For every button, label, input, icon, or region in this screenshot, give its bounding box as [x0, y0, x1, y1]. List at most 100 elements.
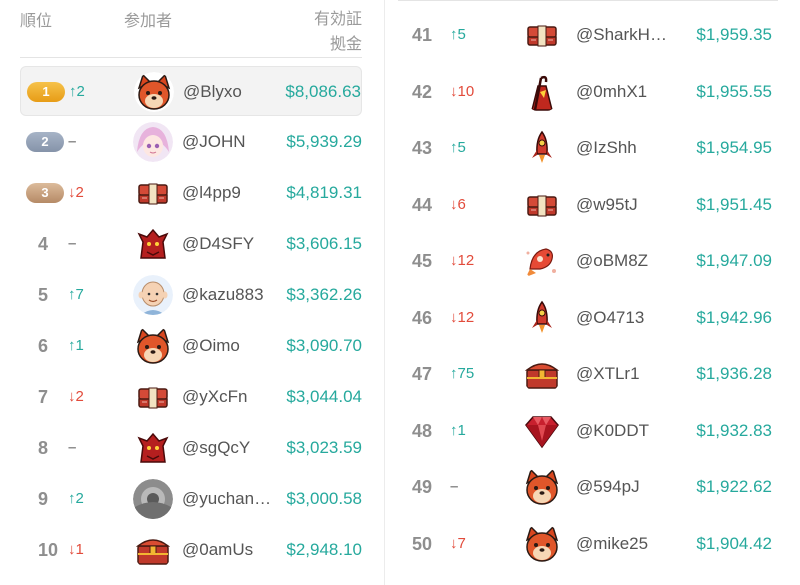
- leaderboard-row[interactable]: 8 – @sgQcY $3,023.59: [20, 423, 362, 473]
- equity-value: $3,000.58: [286, 489, 362, 508]
- participant-name[interactable]: @oBM8Z: [576, 236, 680, 286]
- rank-change: –: [68, 235, 77, 252]
- rank-number: 49: [412, 477, 433, 497]
- top-divider: [398, 0, 778, 1]
- participant-name[interactable]: @w95tJ: [576, 180, 680, 230]
- leaderboard-row[interactable]: 44 ↓6 @w95tJ $1,951.45: [398, 180, 800, 230]
- leaderboard-row[interactable]: 50 ↓7 @mike25 $1,904.42: [398, 519, 800, 569]
- leaderboard-row[interactable]: 1 ↑2 @Blyxo $8,086.63: [20, 66, 362, 116]
- shiba-dog-icon: [133, 326, 173, 366]
- rank-change: ↓12: [450, 308, 475, 326]
- rocket-icon: [522, 128, 562, 168]
- leaderboard-row[interactable]: 3 ↓2 @l4pp9 $4,819.31: [20, 168, 362, 218]
- participant-name[interactable]: @D4SFY: [182, 219, 278, 269]
- equity-value: $2,948.10: [286, 540, 362, 559]
- participant-name[interactable]: @594pJ: [576, 462, 680, 512]
- rank-number: 41: [412, 25, 433, 45]
- equity-value: $1,955.55: [696, 81, 772, 101]
- participant-name[interactable]: @0amUs: [182, 525, 278, 575]
- participant-name[interactable]: @K0DDT: [576, 406, 680, 456]
- equity-value: $1,959.35: [696, 25, 772, 44]
- column-divider: [384, 0, 385, 585]
- rank-number: 48: [412, 420, 433, 441]
- equity-value: $1,954.95: [696, 138, 772, 157]
- leaderboard-row[interactable]: 42 ↓10 @0mhX1 $1,955.55: [398, 67, 800, 117]
- rank-number: 45: [412, 251, 433, 271]
- ruby-gem-icon: [522, 410, 562, 451]
- bald-man-icon: [133, 275, 173, 315]
- rank-number: 42: [412, 81, 433, 102]
- rank-number: 43: [412, 138, 433, 158]
- photo-avatar-icon: [133, 479, 173, 519]
- leaderboard-row[interactable]: 41 ↑5 @SharkH… $1,959.35: [398, 10, 800, 60]
- equity-value: $3,023.59: [286, 438, 362, 457]
- leaderboard-row[interactable]: 6 ↑1 @Oimo $3,090.70: [20, 321, 362, 371]
- participant-name[interactable]: @l4pp9: [182, 168, 278, 218]
- rank-number: 5: [38, 285, 49, 305]
- rank-change: ↓12: [450, 252, 475, 269]
- rank-change: ↑75: [450, 365, 475, 382]
- shiba-dog-icon: [134, 72, 174, 112]
- equity-value: $3,606.15: [286, 234, 362, 253]
- red-dragon-icon: [133, 224, 173, 264]
- leaderboard-top-panel: 順位 参加者 有効証 拠金 1 ↑2 @Blyxo $8,086.63 2– @JOHN $5…: [0, 0, 380, 570]
- leaderboard-header: 順位 参加者 有効証 拠金: [20, 0, 362, 58]
- participant-name[interactable]: @kazu883: [182, 270, 278, 320]
- rank-number: 10: [38, 540, 59, 560]
- leaderboard-row[interactable]: 10 ↓1 @0amUs $2,948.10: [20, 525, 362, 575]
- rank-change: ↑5: [450, 139, 466, 156]
- leaderboard-row[interactable]: 43 ↑5 @IzShh $1,954.95: [398, 123, 800, 173]
- equity-value: $1,951.45: [696, 194, 772, 214]
- leaderboard-row[interactable]: 46 ↓12 @O4713 $1,942.96: [398, 293, 800, 343]
- equity-value: $1,904.42: [696, 533, 772, 553]
- leaderboard-row[interactable]: 4 – @D4SFY $3,606.15: [20, 219, 362, 269]
- equity-value: $3,044.04: [286, 387, 362, 406]
- equity-value: $3,362.26: [286, 285, 362, 304]
- participant-name[interactable]: @yuchan…: [182, 474, 278, 524]
- rank-number: 46: [412, 307, 433, 328]
- rank-badge: 3: [26, 183, 64, 203]
- participant-name[interactable]: @yXcFn: [182, 372, 278, 422]
- rank-number: 50: [412, 533, 433, 554]
- rank-badge: 2: [26, 132, 64, 152]
- equity-value: $1,947.09: [696, 251, 772, 270]
- participant-name[interactable]: @sgQcY: [182, 423, 278, 473]
- equity-value: $1,942.96: [696, 307, 772, 327]
- staff-robe-icon: [522, 71, 562, 112]
- leaderboard-row[interactable]: 9 ↑2 @yuchan… $3,000.58: [20, 474, 362, 524]
- money-stack-icon: [522, 15, 562, 55]
- leaderboard-row[interactable]: 47 ↑75 @XTLr1 $1,936.28: [398, 349, 800, 399]
- equity-value: $1,936.28: [696, 364, 772, 383]
- leaderboard-row[interactable]: 45 ↓12 @oBM8Z $1,947.09: [398, 236, 800, 286]
- leaderboard-row[interactable]: 5 ↑7 @kazu883 $3,362.26: [20, 270, 362, 320]
- rank-change: ↓10: [450, 82, 475, 100]
- rank-change: ↑1: [450, 421, 466, 439]
- rank-change: ↑1: [68, 337, 84, 354]
- participant-name[interactable]: @JOHN: [182, 117, 278, 167]
- participant-name[interactable]: @O4713: [576, 293, 680, 343]
- participant-name[interactable]: @SharkH…: [576, 10, 680, 60]
- leaderboard-row[interactable]: 7 ↓2 @yXcFn $3,044.04: [20, 372, 362, 422]
- rank-column-header: 順位: [20, 13, 53, 30]
- participant-name[interactable]: @Blyxo: [183, 67, 279, 117]
- participant-name[interactable]: @Oimo: [182, 321, 278, 371]
- money-stack-icon: [133, 377, 173, 417]
- treasure-chest-icon: [522, 354, 562, 394]
- participant-name[interactable]: @XTLr1: [576, 349, 680, 399]
- rank-change: ↓2: [68, 184, 84, 201]
- participant-name[interactable]: @IzShh: [576, 123, 680, 173]
- participant-name[interactable]: @0mhX1: [576, 67, 680, 117]
- rank-change: –: [68, 133, 77, 150]
- leaderboard-row[interactable]: 2– @JOHN $5,939.29: [20, 117, 362, 167]
- leaderboard-row[interactable]: 49– @594pJ $1,922.62: [398, 462, 800, 512]
- rank-number: 8: [38, 438, 49, 458]
- rank-number: 7: [38, 387, 49, 407]
- rank-change: –: [68, 439, 77, 456]
- rank-change: –: [450, 478, 459, 495]
- rank-change: ↑5: [450, 26, 466, 43]
- equity-value: $4,819.31: [286, 183, 362, 202]
- leaderboard-row[interactable]: 48 ↑1 @K0DDT $1,932.83: [398, 406, 800, 456]
- rank-change: ↓6: [450, 195, 466, 213]
- participant-name[interactable]: @mike25: [576, 519, 680, 569]
- rank-number: 4: [38, 234, 49, 254]
